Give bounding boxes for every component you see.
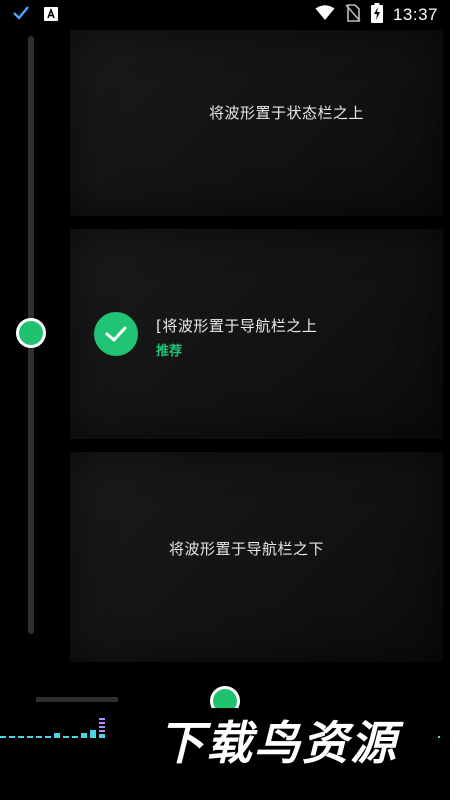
position-slider-thumb[interactable] — [16, 318, 46, 348]
a-icon — [44, 6, 58, 25]
status-bar-right: 13:37 — [315, 3, 450, 27]
option-text: [将波形置于导航栏之上 推荐 — [156, 315, 317, 359]
horizontal-slider-track[interactable] — [36, 697, 118, 702]
watermark-text: 下载鸟资源 — [118, 708, 438, 772]
wifi-icon — [315, 5, 335, 25]
option-label: 将波形置于状态栏之上 — [208, 104, 364, 122]
check-icon — [12, 5, 30, 25]
option-card-above-status-bar[interactable]: 将波形置于状态栏之上 — [70, 30, 443, 216]
option-card-below-nav-bar[interactable]: 将波形置于导航栏之下 — [70, 452, 443, 662]
status-bar-left — [0, 5, 58, 25]
option-card-above-nav-bar[interactable]: [将波形置于导航栏之上 推荐 — [70, 229, 443, 439]
option-label: 将波形置于导航栏之下 — [168, 540, 324, 558]
option-label: [将波形置于导航栏之上 — [156, 317, 318, 335]
screen: 13:37 将波形置于状态栏之上 [将波形置于导航栏之上 推荐 将波形置于导航栏… — [0, 0, 450, 800]
battery-charging-icon — [370, 3, 383, 27]
status-bar: 13:37 — [0, 0, 450, 30]
selected-check-icon — [94, 312, 138, 356]
recommended-badge: 推荐 — [156, 344, 183, 359]
no-sim-icon — [345, 4, 361, 26]
waveform-visualizer — [0, 718, 105, 738]
status-time: 13:37 — [392, 5, 438, 24]
